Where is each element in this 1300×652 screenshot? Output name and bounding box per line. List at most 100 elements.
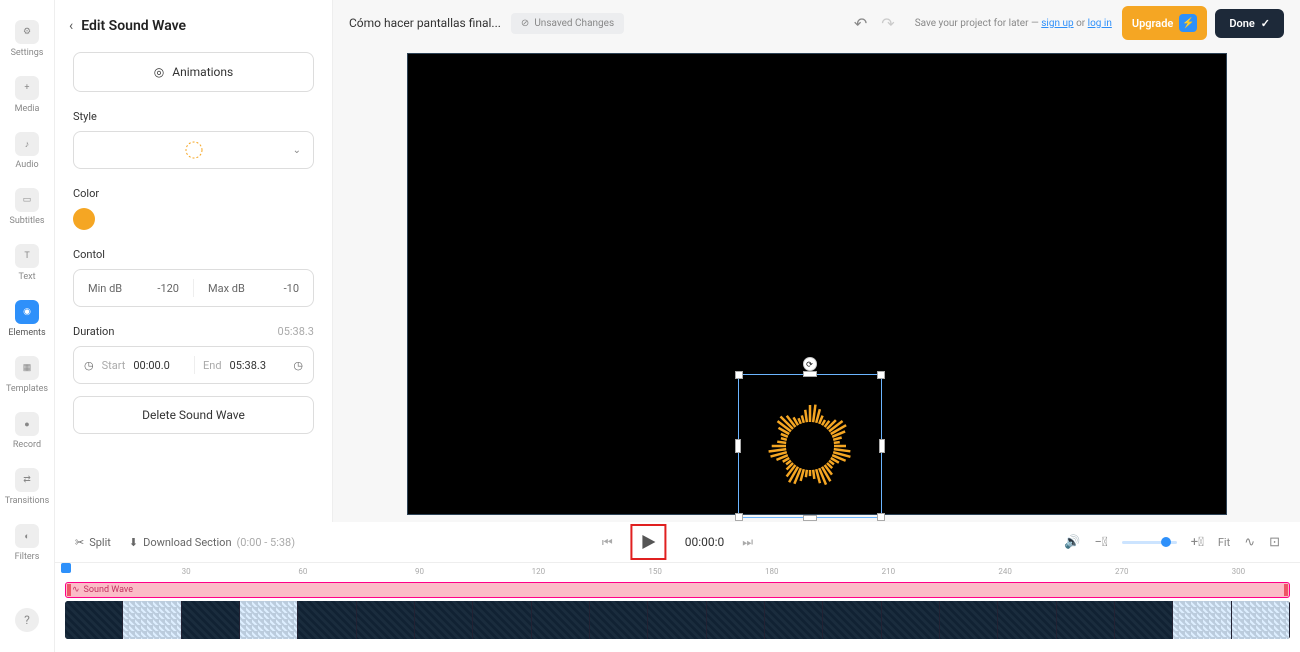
settings-icon[interactable]: ⊡ — [1269, 535, 1280, 550]
sound-wave-element[interactable] — [760, 396, 860, 496]
end-label: End — [203, 359, 222, 372]
color-swatch[interactable] — [73, 208, 95, 230]
resize-handle-mt[interactable] — [803, 371, 817, 377]
text-icon: T — [15, 244, 39, 268]
ruler-tick: 240 — [998, 567, 1012, 576]
min-db-control[interactable]: Min dB -120 — [74, 282, 193, 295]
video-thumb — [707, 601, 765, 639]
video-thumb — [182, 601, 240, 639]
nav-label: Media — [15, 104, 40, 114]
waveform-icon[interactable]: ∿ — [1244, 535, 1255, 550]
end-value: 05:38.3 — [230, 359, 266, 372]
start-time-control[interactable]: Start 00:00.0 — [102, 359, 186, 372]
track-grip-right[interactable] — [1284, 584, 1288, 596]
undo-icon[interactable]: ↶ — [854, 14, 867, 33]
nav-audio[interactable]: ♪Audio — [15, 132, 39, 170]
video-thumb — [65, 601, 123, 639]
delete-sound-wave-button[interactable]: Delete Sound Wave — [73, 396, 314, 434]
redo-icon[interactable]: ↷ — [881, 14, 894, 33]
chevron-down-icon: ⌄ — [293, 145, 301, 156]
video-track[interactable] — [65, 601, 1290, 639]
nav-transitions[interactable]: ⇄Transitions — [5, 468, 50, 506]
back-icon[interactable]: ‹ — [69, 18, 73, 34]
selection-box[interactable]: ⟳ — [738, 374, 882, 518]
fit-label[interactable]: Fit — [1218, 536, 1230, 549]
ruler-tick: 120 — [532, 567, 546, 576]
playhead[interactable] — [65, 563, 67, 582]
timeline-ruler[interactable]: 306090120150180210240270300 — [55, 562, 1300, 582]
track-label: Sound Wave — [84, 585, 133, 595]
nav-text[interactable]: TText — [15, 244, 39, 282]
split-button[interactable]: ✂Split — [75, 536, 111, 549]
resize-handle-mb[interactable] — [803, 515, 817, 521]
style-preview-icon — [182, 138, 206, 162]
end-time-control[interactable]: End 05:38.3 — [203, 359, 287, 372]
video-thumb — [123, 601, 181, 639]
nav-settings[interactable]: ⚙Settings — [11, 20, 44, 58]
video-thumb — [240, 601, 298, 639]
max-db-value: -10 — [284, 282, 299, 295]
nav-record[interactable]: ●Record — [13, 412, 41, 450]
panel-header: ‹ Edit Sound Wave — [65, 18, 322, 34]
resize-handle-ml[interactable] — [735, 439, 741, 453]
nav-templates[interactable]: ▦Templates — [6, 356, 48, 394]
plus-icon: + — [15, 76, 39, 100]
video-thumb — [590, 601, 648, 639]
start-label: Start — [102, 359, 126, 372]
animations-button[interactable]: ◎ Animations — [73, 52, 314, 92]
divider — [194, 356, 195, 374]
rotate-handle[interactable]: ⟳ — [803, 357, 817, 371]
resize-handle-tl[interactable] — [735, 371, 743, 379]
nav-media[interactable]: + Media — [15, 76, 40, 114]
download-icon: ⬇ — [129, 536, 138, 549]
zoom-out-icon[interactable]: −⃝ — [1094, 535, 1107, 550]
edit-panel: ‹ Edit Sound Wave ◎ Animations Style ⌄ C… — [55, 0, 333, 525]
volume-icon[interactable]: 🔊 — [1064, 535, 1080, 550]
nav-filters[interactable]: ◐Filters — [15, 524, 40, 562]
video-thumb — [940, 601, 998, 639]
play-button[interactable] — [635, 528, 663, 556]
zoom-slider[interactable] — [1122, 541, 1177, 544]
skip-forward-icon[interactable]: ⏭ — [742, 535, 753, 550]
start-value: 00:00.0 — [133, 359, 169, 372]
resize-handle-tr[interactable] — [877, 371, 885, 379]
nav-subtitles[interactable]: ▭Subtitles — [9, 188, 44, 226]
style-label: Style — [73, 110, 314, 123]
max-db-label: Max dB — [208, 282, 245, 295]
nav-elements[interactable]: ◉Elements — [8, 300, 45, 338]
resize-handle-mr[interactable] — [879, 439, 885, 453]
login-link[interactable]: log in — [1088, 18, 1112, 29]
project-title[interactable]: Cómo hacer pantallas final... — [349, 16, 501, 30]
zoom-thumb[interactable] — [1161, 537, 1171, 547]
done-button[interactable]: Done ✓ — [1215, 9, 1284, 38]
max-db-control[interactable]: Max dB -10 — [194, 282, 313, 295]
sound-wave-track[interactable]: ∿ Sound Wave — [65, 582, 1290, 598]
video-thumb — [823, 601, 881, 639]
help-button[interactable]: ? — [15, 608, 39, 632]
upgrade-button[interactable]: Upgrade ⚡ — [1122, 6, 1207, 40]
playback-toolbar: ✂Split ⬇Download Section(0:00 - 5:38) ⏮ … — [55, 522, 1300, 562]
ruler-tick: 150 — [648, 567, 662, 576]
download-label: Download Section — [143, 536, 231, 549]
zoom-in-icon[interactable]: +⃝ — [1191, 535, 1204, 550]
track-grip-left[interactable] — [67, 584, 71, 596]
cc-icon: ▭ — [15, 188, 39, 212]
panel-title: Edit Sound Wave — [81, 18, 186, 34]
nav-label: Audio — [15, 160, 38, 170]
duration-row: Duration 05:38.3 — [73, 325, 314, 338]
signup-link[interactable]: sign up — [1041, 18, 1073, 29]
download-section-button[interactable]: ⬇Download Section(0:00 - 5:38) — [129, 536, 295, 549]
resize-handle-br[interactable] — [877, 513, 885, 521]
save-prompt-text: Save your project for later — — [915, 18, 1042, 29]
video-thumb — [1173, 601, 1231, 639]
skip-back-icon[interactable]: ⏮ — [602, 535, 613, 550]
check-icon: ✓ — [1261, 17, 1270, 30]
ruler-tick: 30 — [182, 567, 191, 576]
ruler-tick: 210 — [882, 567, 896, 576]
resize-handle-bl[interactable] — [735, 513, 743, 521]
or-text: or — [1074, 18, 1088, 29]
style-select[interactable]: ⌄ — [73, 131, 314, 169]
video-canvas[interactable]: ⟳ — [407, 53, 1227, 515]
header-bar: Cómo hacer pantallas final... ⊘ Unsaved … — [333, 0, 1300, 46]
nav-label: Filters — [15, 552, 40, 562]
